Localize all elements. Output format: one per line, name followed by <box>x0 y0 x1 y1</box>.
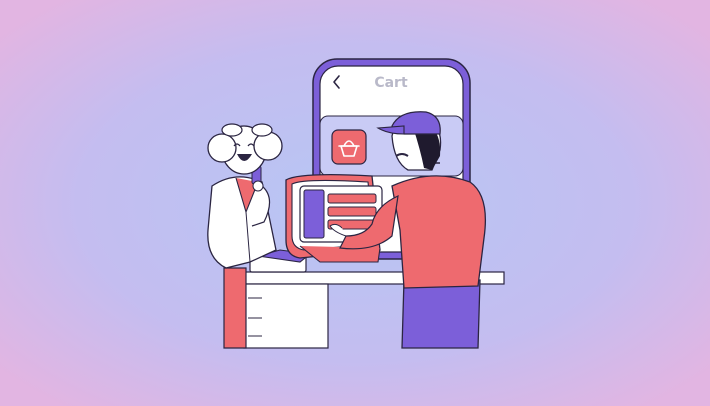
phone-title: Cart <box>374 75 408 91</box>
checkout-illustration: Cart <box>0 0 710 406</box>
pos-terminal <box>285 174 383 263</box>
illustration-scene: Cart <box>0 0 710 406</box>
basket-tile[interactable] <box>331 129 367 165</box>
